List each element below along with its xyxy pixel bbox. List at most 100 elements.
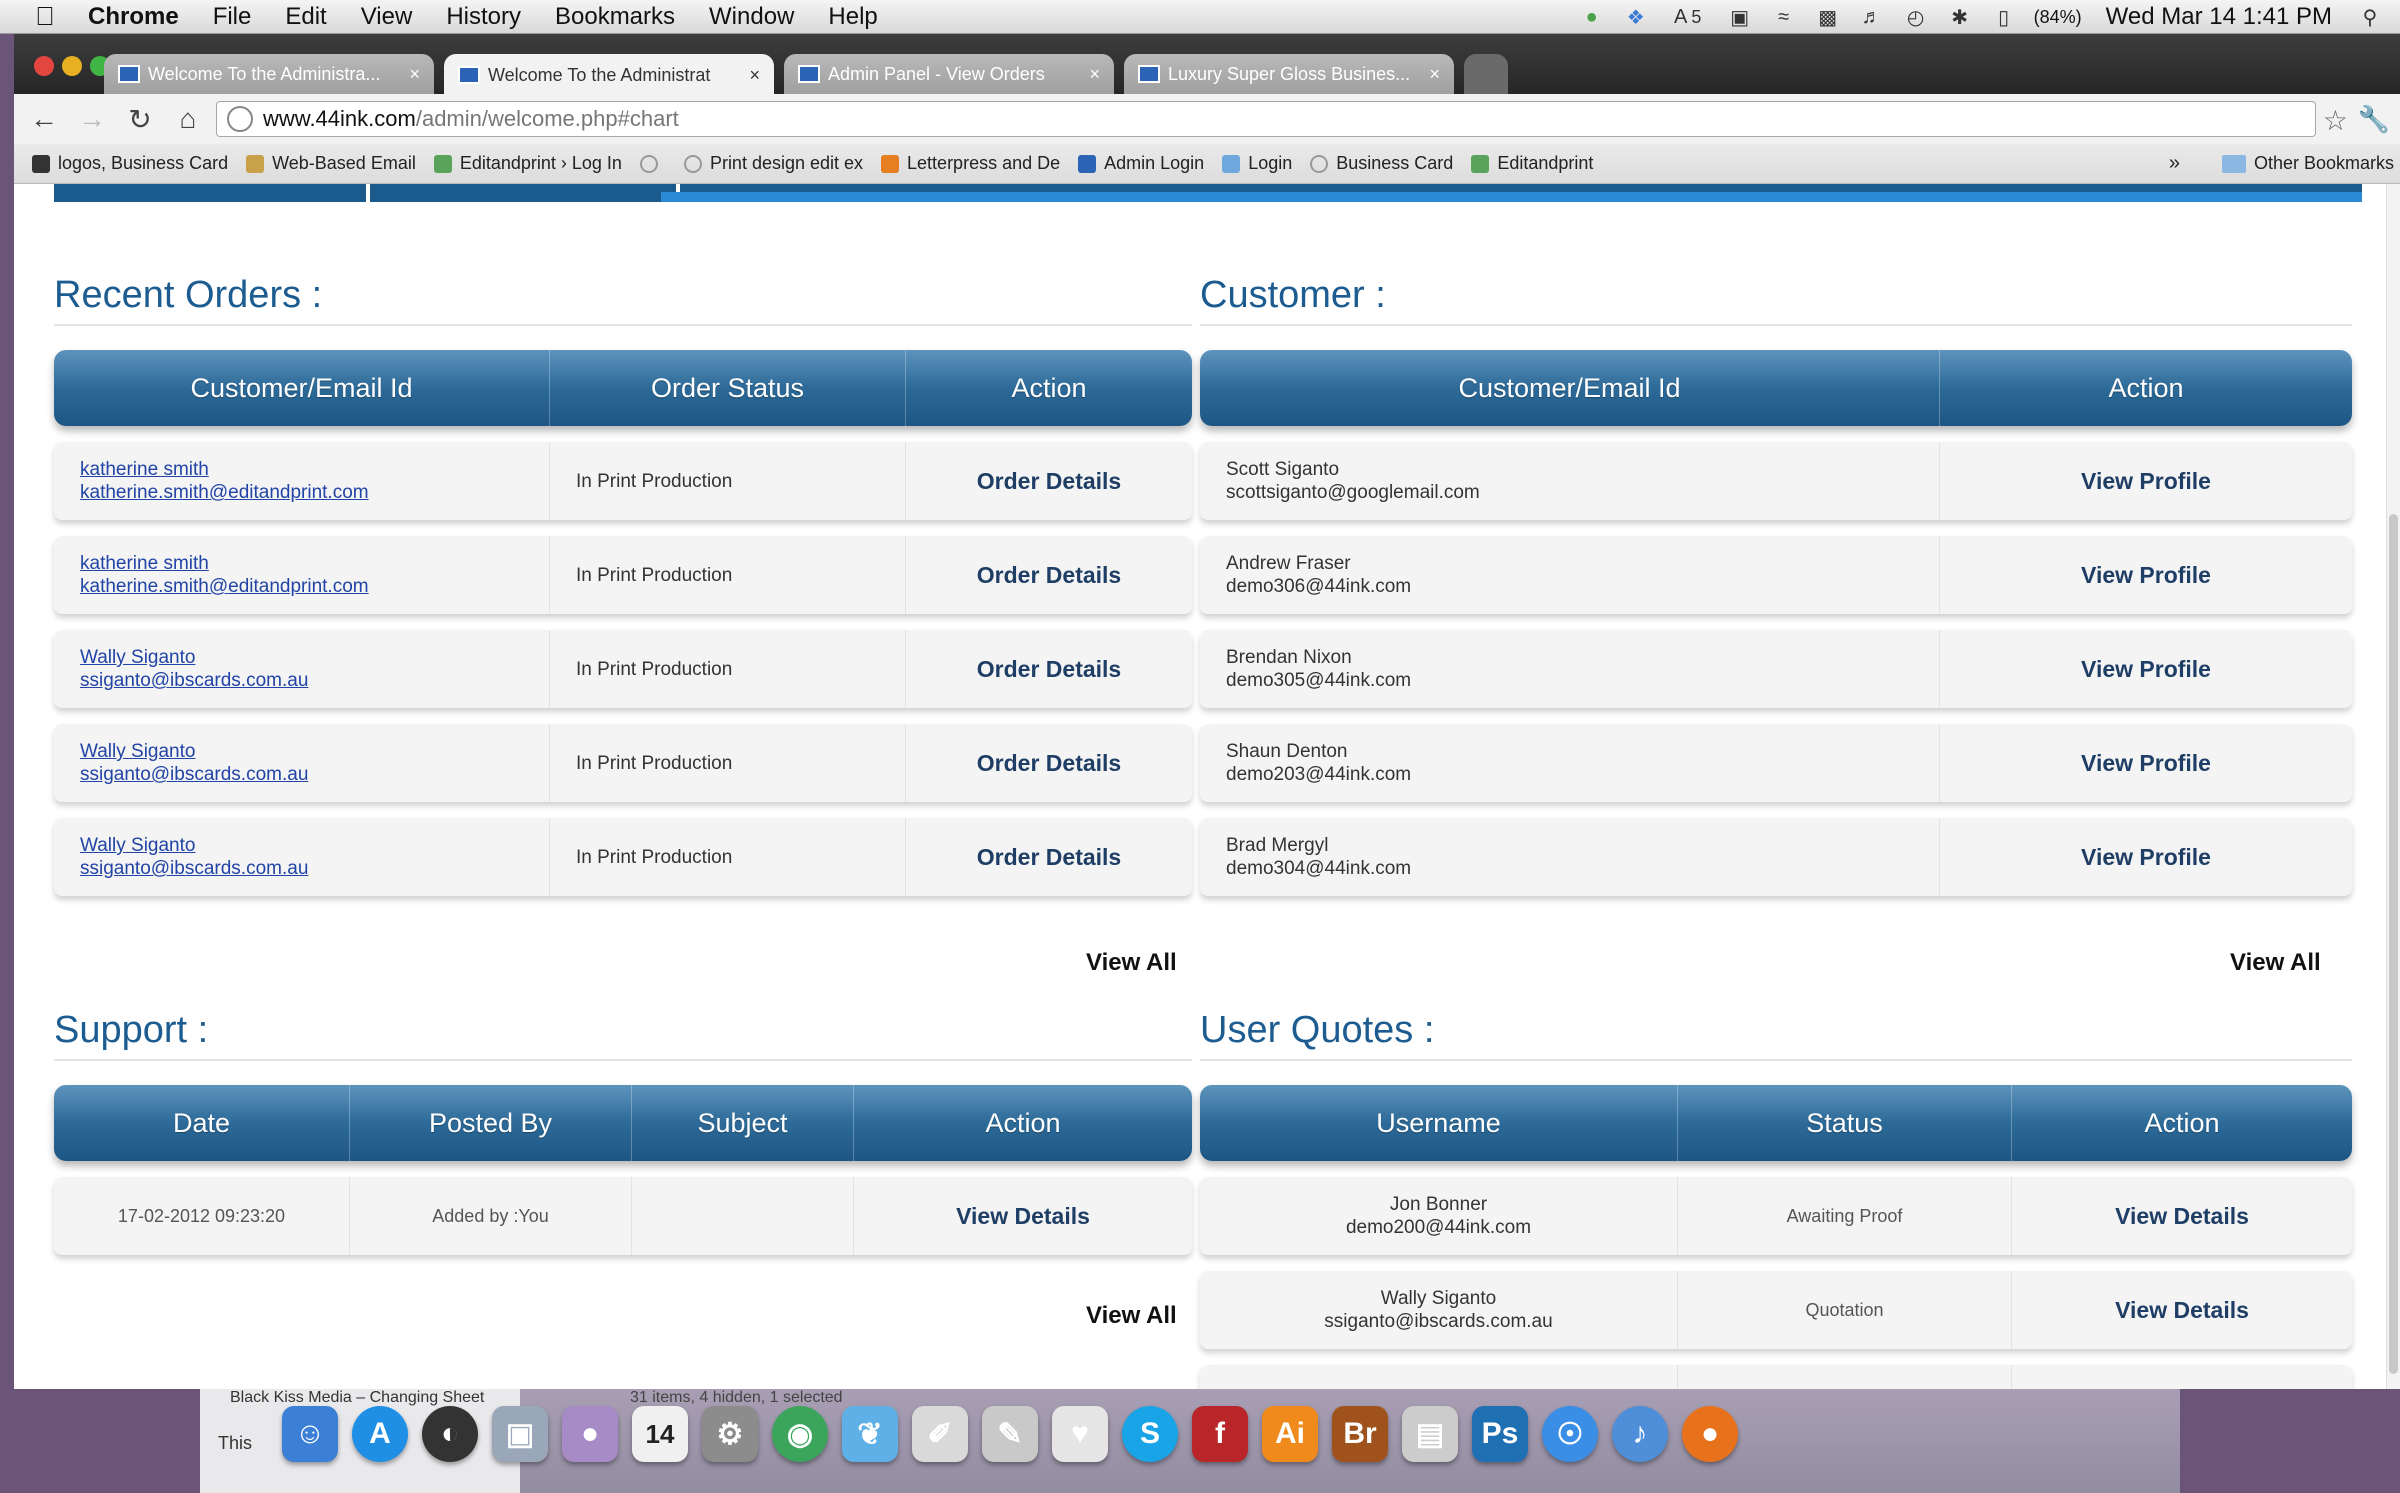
adobe-updates-icon[interactable]: A5	[1666, 6, 1710, 28]
apple-menu-icon[interactable]: 	[30, 1, 60, 32]
close-tab-icon[interactable]: ×	[409, 64, 420, 85]
menu-file[interactable]: File	[213, 3, 252, 31]
volume-icon[interactable]: ♬	[1858, 6, 1886, 28]
view-details-button[interactable]: View Details	[2115, 1203, 2249, 1230]
menu-help[interactable]: Help	[828, 3, 877, 31]
customer-email-link[interactable]: katherine.smith@editandprint.com	[80, 575, 523, 598]
close-tab-icon[interactable]: ×	[749, 65, 760, 86]
bookmark-untitled[interactable]	[639, 154, 666, 173]
header-status[interactable]: Status	[1678, 1085, 2012, 1161]
menu-history[interactable]: History	[446, 3, 521, 31]
safari-icon[interactable]: ☉	[1542, 1406, 1598, 1462]
skype-icon[interactable]: S	[1122, 1406, 1178, 1462]
dropbox-icon[interactable]: ❖	[1622, 6, 1650, 29]
finder-icon[interactable]: ☺	[282, 1406, 338, 1462]
bookmark-editandprint-login[interactable]: Editandprint › Log In	[433, 153, 622, 174]
bookmark-star-icon[interactable]: ☆	[2323, 104, 2348, 137]
acrobat-icon[interactable]: ♥	[1052, 1406, 1108, 1462]
menu-bookmarks[interactable]: Bookmarks	[555, 3, 675, 31]
customer-email-link[interactable]: ssiganto@ibscards.com.au	[80, 669, 523, 692]
close-tab-icon[interactable]: ×	[1429, 64, 1440, 85]
menu-view[interactable]: View	[361, 3, 413, 31]
order-details-button[interactable]: Order Details	[977, 656, 1121, 683]
header-action[interactable]: Action	[1940, 350, 2352, 426]
close-window-button[interactable]	[34, 56, 54, 76]
reload-icon[interactable]: ↻	[122, 101, 158, 137]
header-customer-email[interactable]: Customer/Email Id	[54, 350, 550, 426]
page-scrollbar[interactable]	[2386, 184, 2400, 1389]
wifi-icon[interactable]: ≈	[1770, 6, 1798, 28]
bookmark-logos-business-card[interactable]: logos, Business Card	[32, 153, 228, 174]
page-info-icon[interactable]	[227, 106, 253, 132]
header-subject[interactable]: Subject	[632, 1085, 854, 1161]
new-tab-button[interactable]	[1464, 54, 1508, 94]
wrench-menu-icon[interactable]: 🔧	[2358, 104, 2390, 135]
dashboard-icon[interactable]: ◐	[422, 1406, 478, 1462]
preview-icon[interactable]: ✐	[912, 1406, 968, 1462]
illustrator-icon[interactable]: Ai	[1262, 1406, 1318, 1462]
view-profile-button[interactable]: View Profile	[2081, 468, 2211, 495]
bookmark-editandprint[interactable]: Editandprint	[1471, 153, 1593, 174]
customer-view-all-link[interactable]: View All	[2230, 949, 2321, 977]
header-action[interactable]: Action	[906, 350, 1192, 426]
bookmark-letterpress[interactable]: Letterpress and De	[881, 153, 1060, 174]
screen-capture-icon[interactable]: ▣	[1726, 6, 1754, 29]
twitter-icon[interactable]: ❦	[842, 1406, 898, 1462]
order-details-button[interactable]: Order Details	[977, 562, 1121, 589]
back-arrow-icon[interactable]: ←	[26, 101, 62, 137]
bridge-icon[interactable]: Br	[1332, 1406, 1388, 1462]
view-details-button[interactable]: View Details	[956, 1203, 1090, 1230]
header-customer-email[interactable]: Customer/Email Id	[1200, 350, 1940, 426]
close-tab-icon[interactable]: ×	[1089, 64, 1100, 85]
display-icon[interactable]: ▩	[1814, 6, 1842, 29]
minimize-window-button[interactable]	[62, 56, 82, 76]
spotlight-search-icon[interactable]: ⚲	[2356, 6, 2384, 29]
support-view-all-link[interactable]: View All	[1086, 1302, 1177, 1330]
address-bar[interactable]: www.44ink.com /admin/welcome.php#chart	[216, 101, 2316, 137]
firefox-icon[interactable]: ●	[1682, 1406, 1738, 1462]
browser-tab-2-active[interactable]: Welcome To the Administrat ×	[444, 54, 774, 96]
customer-name-link[interactable]: Wally Siganto	[80, 646, 523, 669]
view-profile-button[interactable]: View Profile	[2081, 750, 2211, 777]
menu-edit[interactable]: Edit	[285, 3, 326, 31]
system-preferences-icon[interactable]: ⚙	[702, 1406, 758, 1462]
purple-app-icon[interactable]: ●	[562, 1406, 618, 1462]
header-date[interactable]: Date	[54, 1085, 350, 1161]
photoshop-icon[interactable]: Ps	[1472, 1406, 1528, 1462]
browser-tab-3[interactable]: Admin Panel - View Orders ×	[784, 54, 1114, 94]
bookmark-web-based-email[interactable]: Web-Based Email	[246, 153, 416, 174]
battery-icon[interactable]: ▯	[1990, 6, 2018, 29]
evernote-icon[interactable]: ●	[1578, 6, 1606, 28]
script-icon[interactable]: ✎	[982, 1406, 1038, 1462]
order-details-button[interactable]: Order Details	[977, 844, 1121, 871]
bluetooth-icon[interactable]: ✱	[1946, 6, 1974, 29]
menubar-clock[interactable]: Wed Mar 14 1:41 PM	[2106, 3, 2332, 31]
forward-arrow-icon[interactable]: →	[74, 101, 110, 137]
customer-name-link[interactable]: katherine smith	[80, 552, 523, 575]
view-profile-button[interactable]: View Profile	[2081, 562, 2211, 589]
header-action[interactable]: Action	[2012, 1085, 2352, 1161]
recent-orders-view-all-link[interactable]: View All	[1086, 949, 1177, 977]
customer-name-link[interactable]: Wally Siganto	[80, 740, 523, 763]
order-details-button[interactable]: Order Details	[977, 750, 1121, 777]
bookmark-login[interactable]: Login	[1222, 153, 1292, 174]
browser-tab-4[interactable]: Luxury Super Gloss Busines... ×	[1124, 54, 1454, 94]
time-machine-icon[interactable]: ◴	[1902, 6, 1930, 29]
header-action[interactable]: Action	[854, 1085, 1192, 1161]
photo-icon[interactable]: ▣	[492, 1406, 548, 1462]
home-icon[interactable]: ⌂	[170, 101, 206, 137]
calendar-icon[interactable]: 14	[632, 1406, 688, 1462]
customer-name-link[interactable]: Wally Siganto	[80, 834, 523, 857]
other-bookmarks-folder[interactable]: Other Bookmarks	[2221, 153, 2394, 174]
itunes-icon[interactable]: ♪	[1612, 1406, 1668, 1462]
bookmark-business-card[interactable]: Business Card	[1310, 153, 1453, 174]
bookmark-print-design-edit[interactable]: Print design edit ex	[683, 153, 863, 174]
bookmark-admin-login[interactable]: Admin Login	[1078, 153, 1204, 174]
menu-window[interactable]: Window	[709, 3, 794, 31]
customer-email-link[interactable]: katherine.smith@editandprint.com	[80, 481, 523, 504]
view-profile-button[interactable]: View Profile	[2081, 844, 2211, 871]
app-store-icon[interactable]: A	[352, 1406, 408, 1462]
browser-tab-1[interactable]: Welcome To the Administra... ×	[104, 54, 434, 94]
header-order-status[interactable]: Order Status	[550, 350, 906, 426]
customer-name-link[interactable]: katherine smith	[80, 458, 523, 481]
